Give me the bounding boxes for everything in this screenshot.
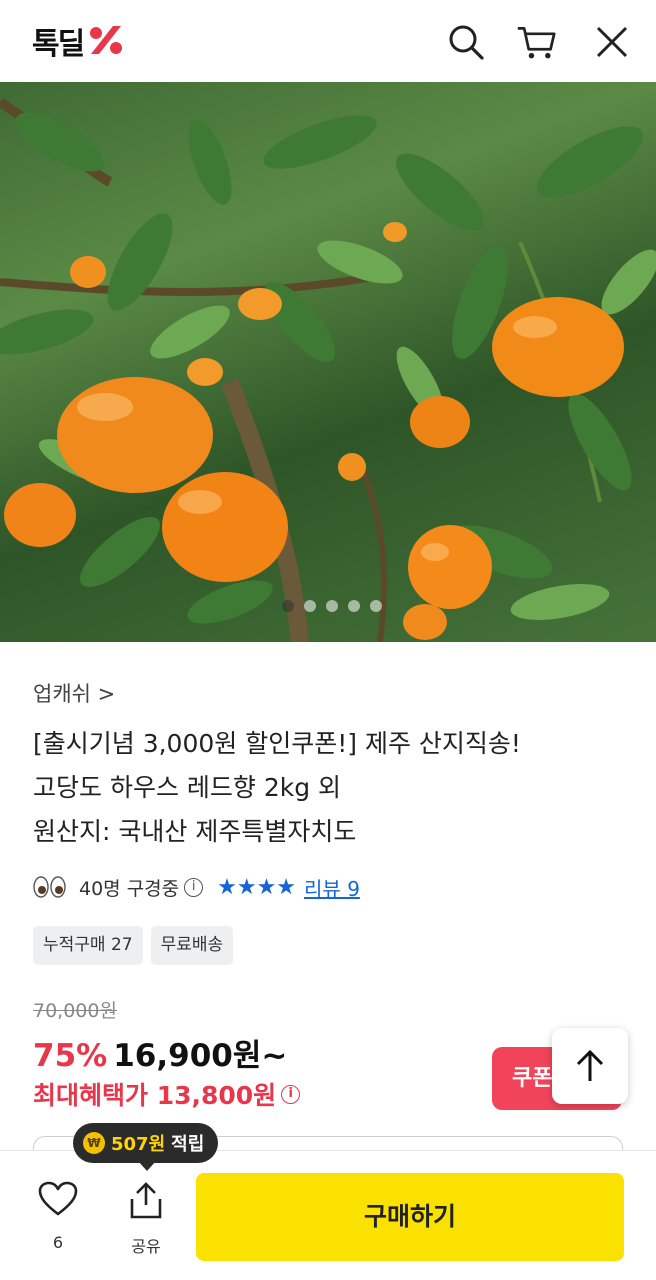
carousel-dot[interactable] — [304, 600, 316, 612]
share-label: 공유 — [131, 1237, 161, 1256]
origin-line: 원산지: 국내산 제주특별자치도 — [33, 817, 357, 846]
review-link[interactable]: 리뷰 9 — [304, 873, 360, 902]
product-title: [출시기념 3,000원 할인쿠폰!] 제주 산지직송! 고당도 하우스 레드향… — [33, 722, 633, 854]
carousel-dot[interactable] — [326, 600, 338, 612]
buy-button[interactable]: 구매하기 — [196, 1173, 624, 1261]
price-row: 75% 16,900원~ — [33, 1030, 287, 1075]
title-line: [출시기념 3,000원 할인쿠폰!] 제주 산지직송! — [33, 729, 521, 758]
carousel-dot[interactable] — [282, 600, 294, 612]
info-icon[interactable]: i — [184, 877, 204, 897]
seller-link[interactable]: 업캐쉬 > — [33, 678, 115, 708]
original-price: 70,000원 — [33, 1000, 117, 1022]
tooltip-tail — [138, 1161, 156, 1171]
product-image-carousel[interactable] — [0, 82, 656, 642]
percent-logo-icon — [90, 26, 123, 54]
cart-icon[interactable] — [516, 22, 556, 62]
max-benefit-text: 최대혜택가 13,800원 — [33, 1081, 277, 1110]
carousel-indicator — [282, 600, 382, 612]
points-label: 적립 — [171, 1134, 205, 1155]
logo-text: 톡딜 — [32, 27, 85, 62]
points-tooltip: ₩ 507원 적립 — [73, 1123, 219, 1163]
chip-cumulative-purchases: 누적구매 27 — [33, 926, 143, 965]
talkdeal-logo[interactable]: 톡딜 — [32, 20, 125, 62]
points-amount: 507원 — [111, 1134, 166, 1155]
carousel-dot[interactable] — [370, 600, 382, 612]
heart-icon[interactable] — [38, 1181, 78, 1217]
viewer-count: 40명 구경중 — [79, 877, 180, 900]
discount-rate: 75% — [33, 1038, 108, 1074]
search-icon[interactable] — [446, 22, 486, 62]
bottom-action-bar: 6 공유 구매하기 — [0, 1150, 656, 1280]
info-icon[interactable]: i — [281, 1084, 301, 1104]
carousel-dot[interactable] — [348, 600, 360, 612]
rating-stars: ★★★★ — [217, 874, 297, 900]
sale-price: 16,900원~ — [113, 1038, 288, 1074]
share-icon[interactable] — [124, 1181, 168, 1221]
coin-icon: ₩ — [83, 1132, 105, 1154]
close-icon[interactable] — [592, 22, 632, 62]
scroll-top-button[interactable] — [552, 1028, 628, 1104]
chip-free-shipping: 무료배송 — [150, 926, 234, 965]
eyes-icon — [33, 876, 66, 898]
product-stats: 40명 구경중 i ★★★★ 리뷰 9 — [33, 870, 360, 904]
arrow-up-icon — [576, 1049, 604, 1081]
product-chips: 누적구매 27 무료배송 — [33, 926, 234, 965]
title-line: 고당도 하우스 레드향 2kg 외 — [33, 773, 342, 802]
max-benefit-price: 최대혜택가 13,800원 i — [33, 1076, 301, 1112]
product-photo-oranges — [0, 97, 656, 642]
app-header: 톡딜 — [0, 0, 656, 82]
like-count: 6 — [52, 1233, 64, 1252]
